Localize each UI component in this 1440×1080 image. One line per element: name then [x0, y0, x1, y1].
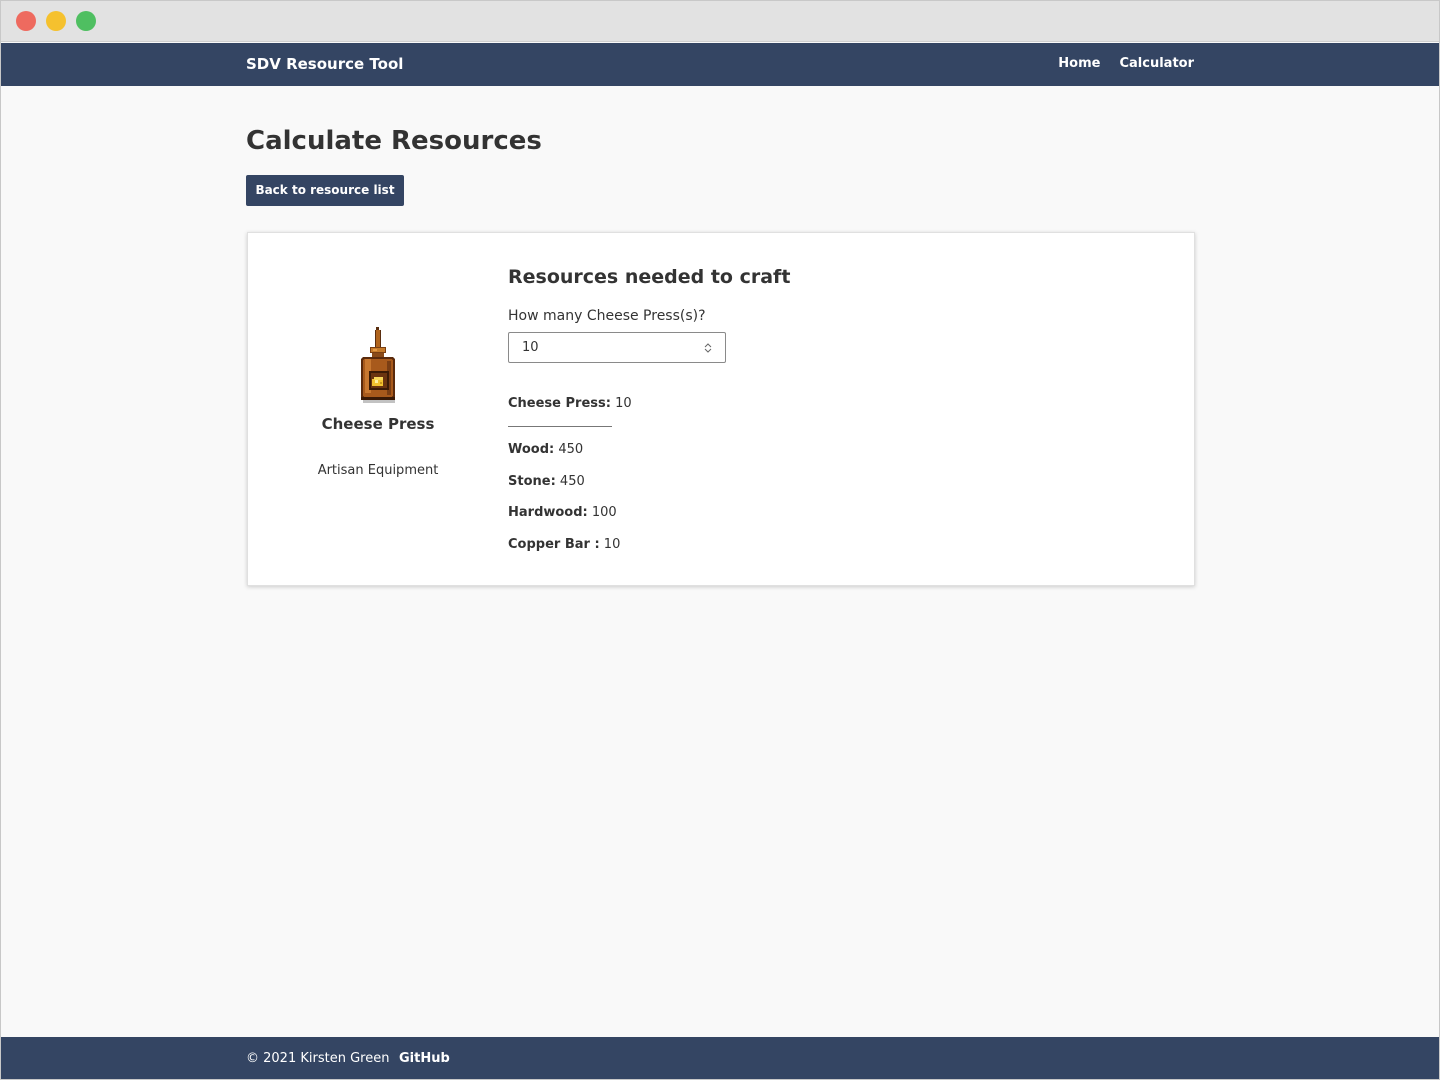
- resource-value: 450: [558, 442, 584, 457]
- crafted-item-label: Cheese Press:: [508, 396, 611, 411]
- page-title: Calculate Resources: [246, 126, 542, 156]
- results-divider: [508, 426, 612, 427]
- browser-window: SDV Resource Tool Home Calculator Calcul…: [0, 0, 1440, 1080]
- nav-link-home[interactable]: Home: [1058, 56, 1100, 71]
- crafted-item-value: 10: [615, 396, 632, 411]
- stepper-arrows-icon[interactable]: [704, 342, 712, 354]
- resource-row-hardwood: Hardwood: 100: [508, 505, 617, 520]
- minimize-window-button[interactable]: [46, 11, 66, 31]
- item-category: Artisan Equipment: [317, 463, 439, 478]
- resource-label: Stone:: [508, 474, 556, 489]
- calculator-card: Cheese Press Artisan Equipment Resources…: [247, 232, 1195, 586]
- page-footer: © 2021 Kirsten Green GitHub: [1, 1037, 1439, 1079]
- resource-row-stone: Stone: 450: [508, 474, 585, 489]
- item-name: Cheese Press: [321, 415, 435, 433]
- resource-row-copper-bar: Copper Bar : 10: [508, 537, 620, 552]
- maximize-window-button[interactable]: [76, 11, 96, 31]
- nav-link-calculator[interactable]: Calculator: [1119, 56, 1194, 71]
- resource-value: 450: [559, 474, 585, 489]
- quantity-stepper: [508, 332, 726, 363]
- cheese-press-icon: [361, 327, 395, 403]
- resource-row-wood: Wood: 450: [508, 442, 583, 457]
- top-navbar: SDV Resource Tool Home Calculator: [1, 43, 1439, 86]
- back-to-resource-list-button[interactable]: Back to resource list: [246, 175, 404, 206]
- item-summary: Cheese Press Artisan Equipment: [248, 233, 508, 585]
- github-link[interactable]: GitHub: [399, 1051, 450, 1066]
- resource-value: 10: [603, 537, 621, 552]
- resource-value: 100: [591, 505, 617, 520]
- brand-link[interactable]: SDV Resource Tool: [246, 55, 403, 73]
- nav-links: Home Calculator: [1058, 56, 1194, 71]
- window-titlebar: [1, 1, 1439, 42]
- resource-calculator: Resources needed to craft How many Chees…: [508, 233, 1188, 585]
- resource-label: Copper Bar :: [508, 537, 600, 552]
- quantity-input[interactable]: [509, 333, 699, 362]
- quantity-label: How many Cheese Press(s)?: [508, 308, 706, 324]
- close-window-button[interactable]: [16, 11, 36, 31]
- resource-label: Wood:: [508, 442, 555, 457]
- calculator-title: Resources needed to craft: [508, 266, 791, 288]
- resource-label: Hardwood:: [508, 505, 588, 520]
- crafted-item-total: Cheese Press: 10: [508, 396, 632, 411]
- copyright-text: © 2021 Kirsten Green: [246, 1051, 390, 1066]
